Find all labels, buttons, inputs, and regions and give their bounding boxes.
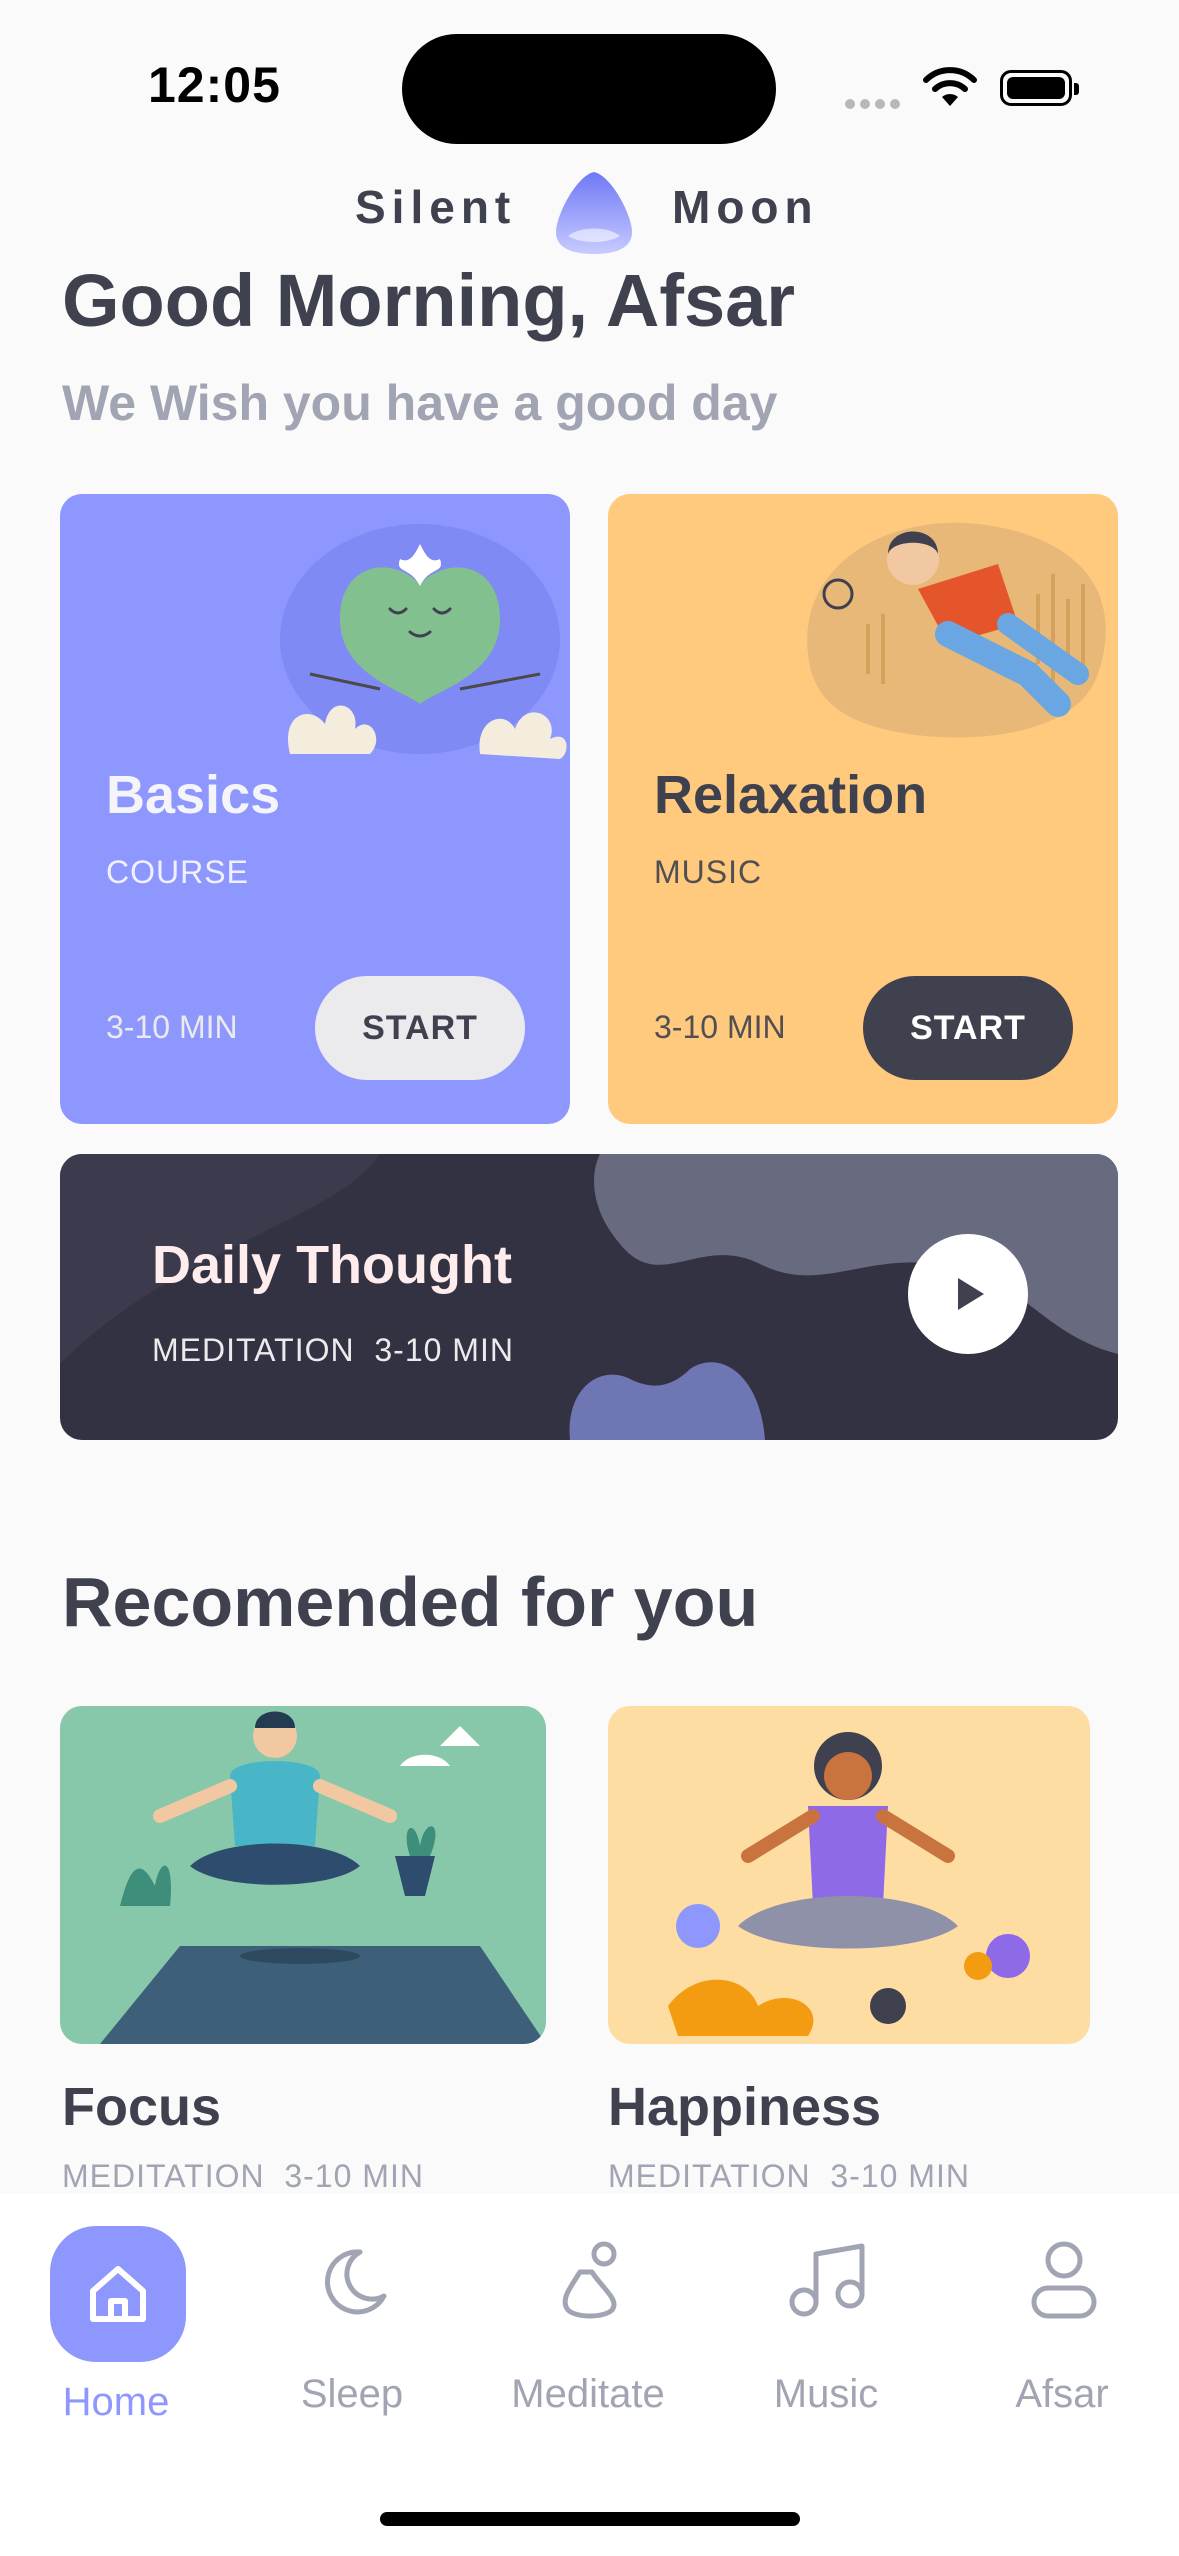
card-duration: 3-10 MIN xyxy=(654,1009,786,1045)
happiness-title: Happiness xyxy=(608,2077,882,2137)
card-category: MUSIC xyxy=(654,854,763,890)
bottom-navigation: Home Sleep Meditate Music Afsar xyxy=(0,2194,1179,2556)
relaxation-start-button[interactable]: START xyxy=(863,976,1073,1080)
nav-label-sleep: Sleep xyxy=(300,2372,404,2416)
status-time: 12:05 xyxy=(148,57,281,113)
home-icon xyxy=(90,2266,146,2322)
recommended-title: Recomended for you xyxy=(62,1563,759,1641)
relaxation-card[interactable]: Relaxation MUSIC 3-10 MIN START xyxy=(608,494,1118,1124)
nav-label-meditate: Meditate xyxy=(511,2372,665,2416)
nav-label-music: Music xyxy=(773,2372,879,2416)
wifi-icon xyxy=(923,67,977,106)
daily-meta: MEDITATION 3-10 MIN xyxy=(152,1332,514,1368)
battery-icon xyxy=(1000,70,1079,106)
basics-start-button[interactable]: START xyxy=(315,976,525,1080)
play-icon xyxy=(958,1278,984,1310)
daily-title: Daily Thought xyxy=(152,1235,512,1295)
user-icon xyxy=(1031,2241,1097,2319)
card-title: Basics xyxy=(106,765,281,825)
greeting-subtitle: We Wish you have a good day xyxy=(62,375,778,431)
play-button[interactable] xyxy=(908,1234,1028,1354)
meditate-icon xyxy=(562,2241,617,2319)
daily-thought-card[interactable]: Daily Thought MEDITATION 3-10 MIN xyxy=(60,1154,1118,1440)
happiness-illustration xyxy=(668,1732,1030,2036)
happiness-thumbnail[interactable] xyxy=(608,1706,1090,2044)
basics-card[interactable]: Basics COURSE 3-10 MIN START xyxy=(60,494,570,1124)
dynamic-island xyxy=(402,34,776,144)
home-icon-bg xyxy=(50,2226,186,2362)
card-title: Relaxation xyxy=(654,765,928,825)
music-icon xyxy=(789,2243,865,2317)
focus-thumbnail[interactable] xyxy=(60,1706,546,2044)
focus-meta: MEDITATION 3-10 MIN xyxy=(62,2158,424,2194)
nav-label-afsar: Afsar xyxy=(1015,2372,1109,2416)
moon-icon xyxy=(325,2249,387,2315)
focus-illustration xyxy=(100,1711,546,2044)
card-category: COURSE xyxy=(106,854,249,890)
relaxation-illustration xyxy=(807,522,1106,738)
card-duration: 3-10 MIN xyxy=(106,1009,238,1045)
signal-icon xyxy=(845,96,907,109)
basics-illustration xyxy=(280,524,567,759)
brand-right: Moon xyxy=(672,181,819,233)
happiness-meta: MEDITATION 3-10 MIN xyxy=(608,2158,970,2194)
focus-title: Focus xyxy=(62,2077,222,2137)
moon-logo-icon xyxy=(556,172,632,254)
home-indicator xyxy=(380,2512,800,2526)
nav-label-home: Home xyxy=(62,2380,170,2424)
brand-left: Silent xyxy=(355,181,517,233)
greeting-title: Good Morning, Afsar xyxy=(62,259,796,342)
